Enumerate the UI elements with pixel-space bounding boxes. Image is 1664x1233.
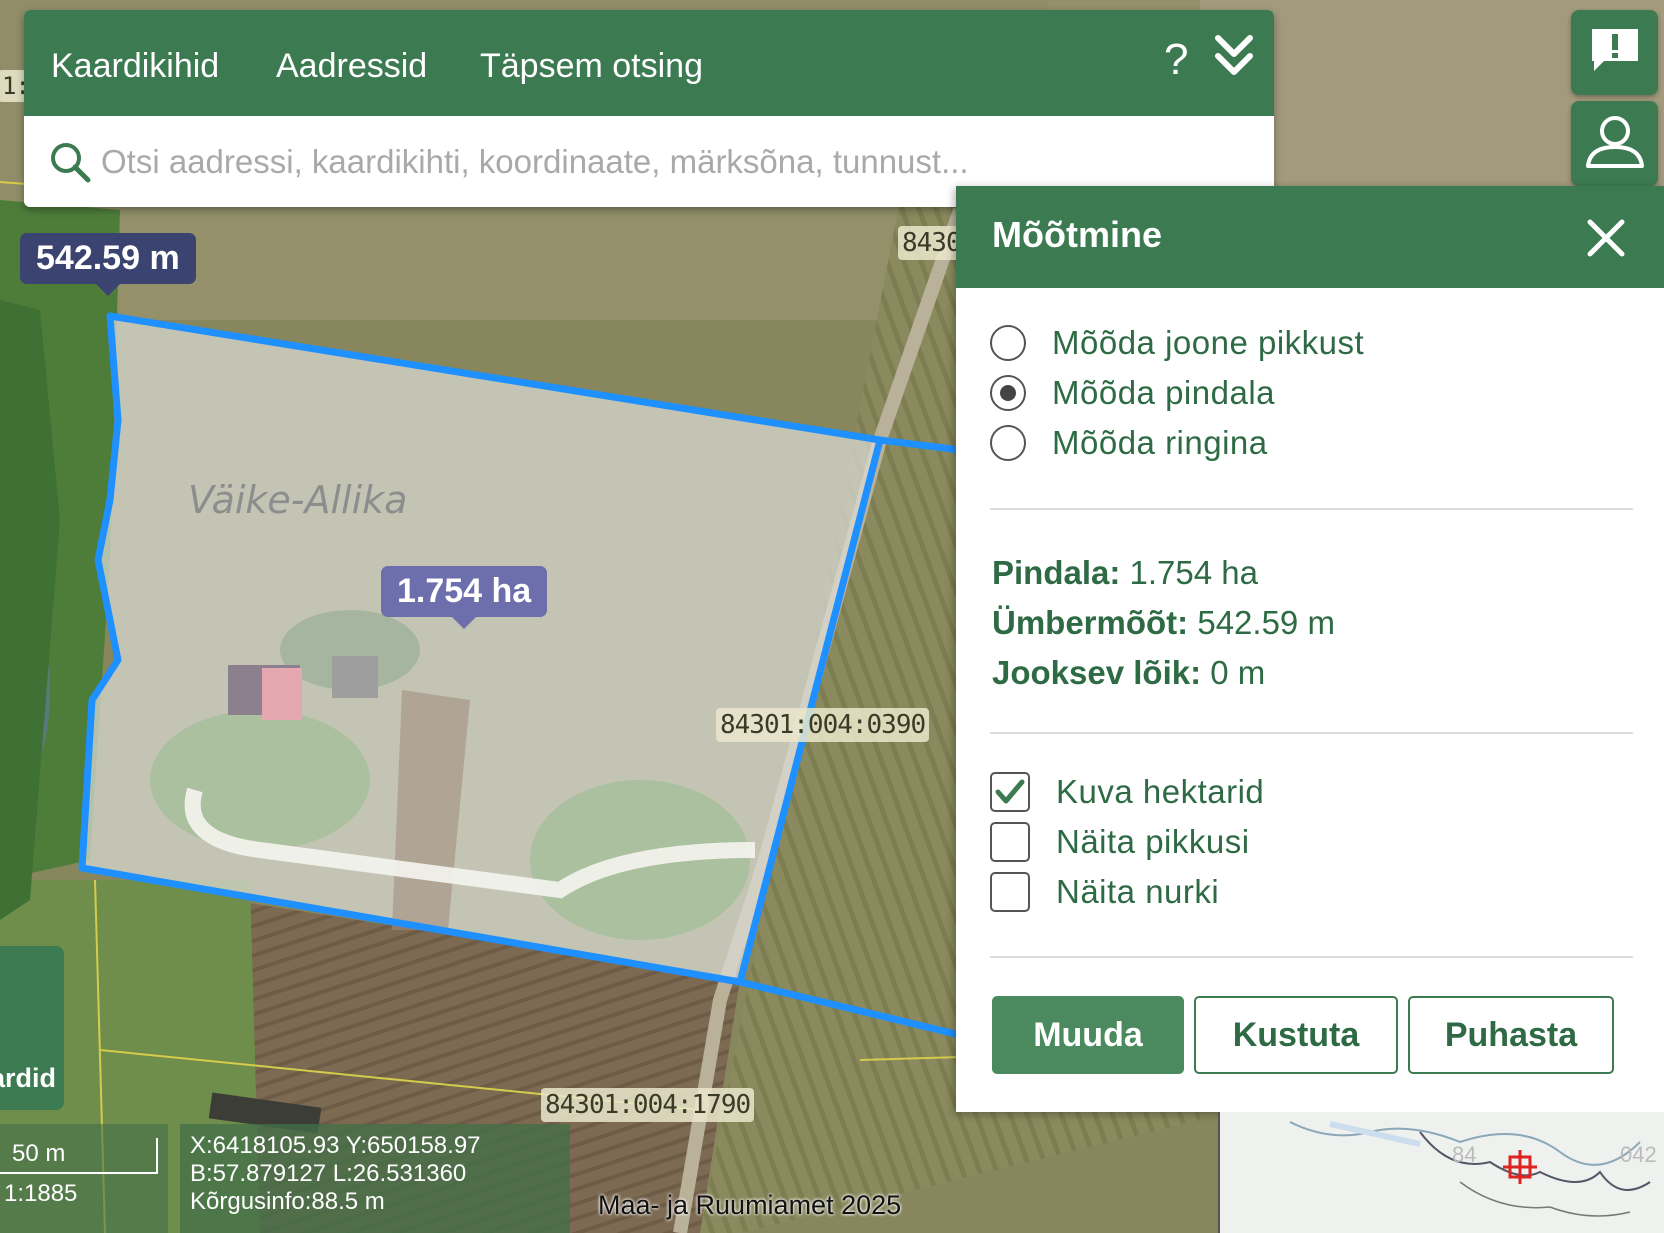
- scale-distance: 50 m: [12, 1140, 66, 1167]
- stat-value: 542.59 m: [1197, 604, 1335, 641]
- measure-panel-title: Mõõtmine: [992, 214, 1162, 255]
- stat-perimeter: Ümbermõõt: 542.59 m: [992, 604, 1335, 642]
- base-maps-label: ardid: [0, 1063, 56, 1093]
- option-label: Kuva hektarid: [1056, 773, 1265, 810]
- stat-value: 0 m: [1210, 654, 1266, 691]
- stat-label: Ümbermõõt:: [992, 604, 1189, 641]
- feedback-icon: [1588, 25, 1642, 80]
- place-name-label: Väike-Allika: [188, 478, 408, 522]
- base-maps-button[interactable]: ardid: [0, 946, 64, 1110]
- chevron-double-down-icon[interactable]: [1214, 34, 1254, 83]
- option-show-lengths[interactable]: Näita pikkusi: [990, 822, 1250, 862]
- overview-map-graphic: [1220, 1112, 1664, 1233]
- measure-panel-header: Mõõtmine: [956, 186, 1664, 288]
- map-attribution: Maa- ja Ruumiamet 2025: [598, 1190, 902, 1220]
- account-button[interactable]: [1571, 101, 1658, 186]
- feedback-button[interactable]: [1571, 10, 1658, 95]
- mode-label: Mõõda joone pikkust: [1052, 324, 1365, 361]
- parcel-label: 84301:004:1790: [541, 1088, 755, 1122]
- divider: [990, 732, 1633, 734]
- stat-area: Pindala: 1.754 ha: [992, 554, 1258, 592]
- checkbox-checked[interactable]: [990, 772, 1030, 812]
- coords-height: Kõrgusinfo:88.5 m: [190, 1188, 385, 1215]
- user-icon: [1584, 114, 1646, 173]
- mode-circle[interactable]: Mõõda ringina: [990, 424, 1268, 462]
- tab-map-layers[interactable]: Kaardikihid: [51, 10, 219, 116]
- help-icon[interactable]: ?: [1164, 30, 1188, 90]
- mode-area[interactable]: Mõõda pindala: [990, 374, 1275, 412]
- stat-label: Pindala:: [992, 554, 1121, 591]
- overview-map[interactable]: 84 042: [1218, 1112, 1664, 1233]
- checkmark-icon: [995, 779, 1025, 804]
- divider: [990, 956, 1633, 958]
- mode-label: Mõõda ringina: [1052, 424, 1268, 461]
- overview-label: 84: [1452, 1142, 1477, 1167]
- measure-panel: Mõõtmine Mõõda joone pikkust Mõõda pinda…: [956, 186, 1664, 1112]
- parcel-label: 84301:004:0390: [716, 708, 930, 742]
- stat-current-segment: Jooksev lõik: 0 m: [992, 654, 1265, 692]
- option-label: Näita nurki: [1056, 873, 1220, 910]
- mode-line-length[interactable]: Mõõda joone pikkust: [990, 324, 1364, 362]
- radio-button[interactable]: [990, 325, 1026, 361]
- search-panel: Kaardikihid Aadressid Täpsem otsing ?: [24, 10, 1274, 207]
- divider: [990, 508, 1633, 510]
- search-input[interactable]: [99, 130, 1233, 194]
- close-button[interactable]: [1584, 216, 1628, 260]
- area-tooltip: 1.754 ha: [381, 566, 548, 629]
- radio-button[interactable]: [990, 425, 1026, 461]
- option-show-hectares[interactable]: Kuva hektarid: [990, 772, 1264, 812]
- checkbox[interactable]: [990, 822, 1030, 862]
- coords-bl: B:57.879127 L:26.531360: [190, 1160, 467, 1187]
- perimeter-tooltip: 542.59 m: [20, 233, 196, 296]
- top-toolbar: Kaardikihid Aadressid Täpsem otsing ?: [24, 10, 1274, 116]
- scale-ratio: 1:1885: [4, 1180, 78, 1207]
- edit-button[interactable]: Muuda: [992, 996, 1184, 1074]
- overview-label: 042: [1620, 1142, 1657, 1167]
- mode-label: Mõõda pindala: [1052, 374, 1275, 411]
- option-label: Näita pikkusi: [1056, 823, 1250, 860]
- coordinates-readout: X:6418105.93 Y:650158.97 B:57.879127 L:2…: [180, 1124, 570, 1233]
- radio-button-selected[interactable]: [990, 375, 1026, 411]
- stat-value: 1.754 ha: [1129, 554, 1258, 591]
- clear-button[interactable]: Puhasta: [1408, 996, 1614, 1074]
- checkbox[interactable]: [990, 872, 1030, 912]
- close-icon: [1587, 219, 1625, 257]
- parcel-label: 8430: [898, 226, 965, 260]
- option-show-angles[interactable]: Näita nurki: [990, 872, 1219, 912]
- search-icon: [48, 140, 92, 189]
- tab-advanced-search[interactable]: Täpsem otsing: [480, 10, 703, 116]
- stat-label: Jooksev lõik:: [992, 654, 1202, 691]
- scale-bar: 50 m 1:1885: [0, 1124, 168, 1233]
- delete-button[interactable]: Kustuta: [1194, 996, 1398, 1074]
- tab-addresses[interactable]: Aadressid: [276, 10, 427, 116]
- coords-xy: X:6418105.93 Y:650158.97: [190, 1132, 481, 1159]
